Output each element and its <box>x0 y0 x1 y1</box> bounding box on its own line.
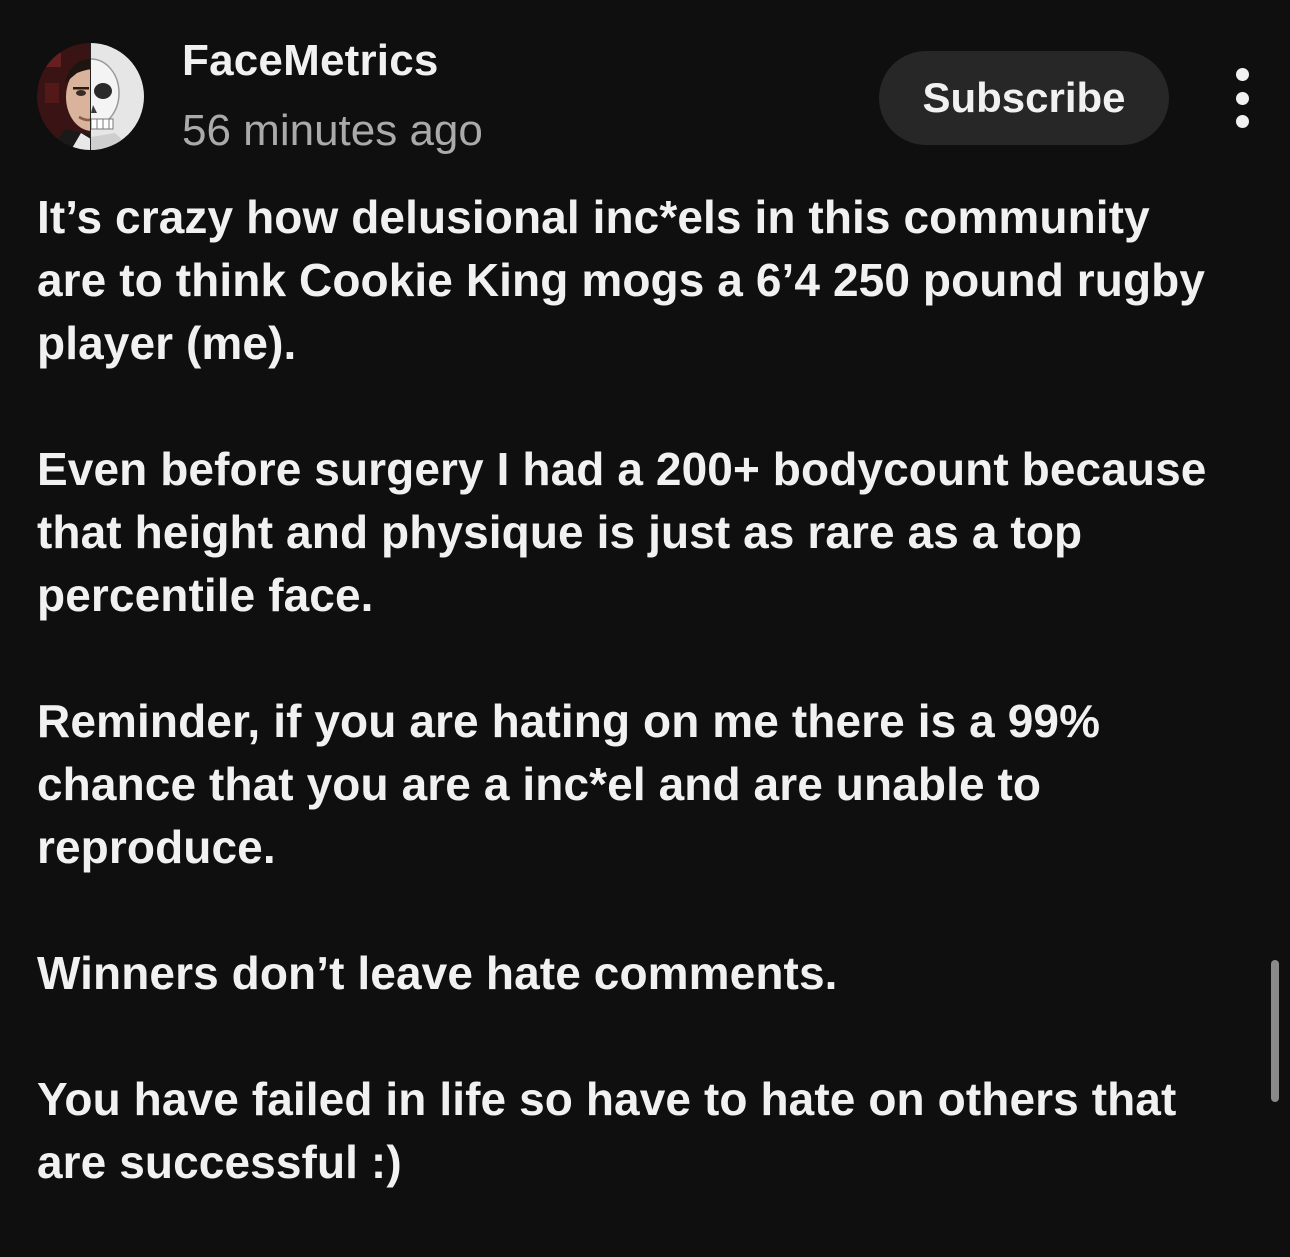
channel-avatar[interactable] <box>37 43 144 150</box>
scrollbar-thumb[interactable] <box>1271 960 1279 1102</box>
post-header: FaceMetrics 56 minutes ago Subscribe <box>0 0 1290 170</box>
channel-name[interactable]: FaceMetrics <box>182 36 439 86</box>
post-paragraph: Even before surgery I had a 200+ bodycou… <box>37 443 1207 621</box>
post-body: It’s crazy how delusional inc*els in thi… <box>37 186 1227 1257</box>
more-options-button[interactable] <box>1218 68 1266 128</box>
vertical-ellipsis-icon <box>1235 68 1249 81</box>
face-skull-avatar-icon <box>37 43 144 150</box>
post-paragraph: Reminder, if you are hating on me there … <box>37 695 1101 873</box>
vertical-ellipsis-icon <box>1235 91 1249 105</box>
post-paragraph: Winners don’t leave hate comments. <box>37 947 838 999</box>
post-paragraph: It’s crazy how delusional inc*els in thi… <box>37 191 1206 369</box>
post-timestamp: 56 minutes ago <box>182 106 483 155</box>
vertical-ellipsis-icon <box>1235 115 1249 128</box>
subscribe-button[interactable]: Subscribe <box>879 51 1169 145</box>
post-paragraph: You have failed in life so have to hate … <box>37 1073 1177 1188</box>
